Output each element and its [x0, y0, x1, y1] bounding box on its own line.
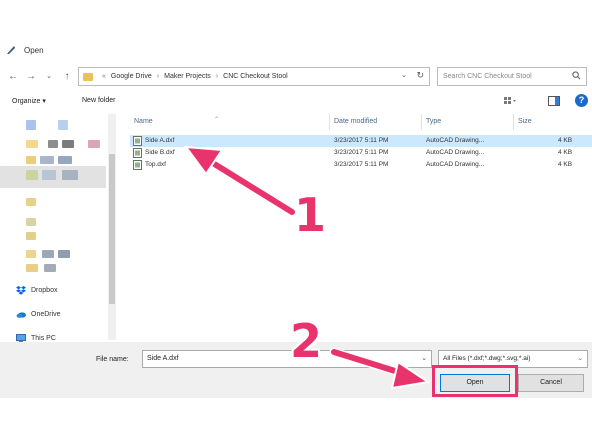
file-name-label: File name:	[96, 356, 129, 363]
file-type: AutoCAD Drawing...	[426, 161, 485, 168]
file-size: 4 KB	[558, 137, 573, 144]
sort-up-icon: ⌃	[214, 117, 220, 123]
blurred-item	[26, 120, 36, 130]
organize-button[interactable]: Organize ▾	[12, 97, 46, 105]
blurred-item	[44, 264, 56, 272]
recent-dropdown-icon[interactable]: ⌄	[42, 70, 56, 84]
dxf-file-icon	[133, 160, 142, 170]
new-folder-button[interactable]: New folder	[82, 97, 115, 104]
file-row-side-a[interactable]: Side A.dxf 3/23/2017 5:11 PM AutoCAD Dra…	[130, 135, 592, 147]
onedrive-icon	[16, 312, 26, 318]
chevron-right-icon: «	[102, 73, 106, 80]
folder-icon	[83, 72, 93, 81]
file-name: Side B.dxf	[145, 149, 175, 156]
breadcrumb-maker-projects[interactable]: Maker Projects	[164, 73, 211, 80]
blurred-item	[26, 170, 38, 180]
nav-scrollbar[interactable]	[108, 114, 116, 340]
chevron-down-icon[interactable]: ⌄	[401, 71, 407, 79]
column-header-name[interactable]: ⌃ Name	[130, 114, 330, 130]
file-date: 3/23/2017 5:11 PM	[334, 137, 389, 144]
nav-item-label: This PC	[31, 335, 56, 342]
breadcrumb-google-drive[interactable]: Google Drive	[111, 73, 152, 80]
chevron-down-icon[interactable]: ⌄	[421, 351, 427, 367]
search-box[interactable]: Search CNC Checkout Stool	[437, 67, 587, 86]
back-arrow-icon[interactable]: ←	[6, 70, 20, 84]
blurred-item	[26, 198, 36, 206]
blurred-item	[42, 250, 54, 258]
nav-item-onedrive[interactable]: OneDrive	[16, 310, 61, 319]
blurred-item	[58, 120, 68, 130]
blurred-item	[58, 250, 70, 258]
blurred-item	[26, 232, 36, 240]
search-icon	[572, 71, 581, 80]
blurred-item	[88, 140, 100, 148]
blurred-item	[48, 140, 58, 148]
file-name: Side A.dxf	[145, 137, 175, 144]
file-list: ⌃ Name Date modified Type Size Side A.dx…	[122, 114, 592, 340]
blurred-item	[26, 218, 36, 226]
nav-item-label: Dropbox	[31, 287, 58, 294]
dxf-file-icon	[133, 136, 142, 146]
file-name-input[interactable]: Side A.dxf ⌄	[142, 350, 432, 368]
navigation-pane: Dropbox OneDrive This PC	[0, 114, 118, 343]
file-date: 3/23/2017 5:11 PM	[334, 149, 389, 156]
blurred-item	[58, 156, 72, 164]
blurred-item	[40, 156, 54, 164]
dxf-file-icon	[133, 148, 142, 158]
file-row-top[interactable]: Top.dxf 3/23/2017 5:11 PM AutoCAD Drawin…	[130, 159, 592, 171]
chevron-right-icon: ›	[215, 73, 219, 80]
chevron-down-icon[interactable]: ⌄	[575, 351, 583, 367]
up-arrow-icon[interactable]: ↑	[60, 70, 74, 84]
file-row-side-b[interactable]: Side B.dxf 3/23/2017 5:11 PM AutoCAD Dra…	[130, 147, 592, 159]
blurred-item	[42, 170, 56, 180]
column-header-type[interactable]: Type	[422, 114, 514, 130]
file-type-filter-value: All Files (*.dxf;*.dwg;*.svg;*.ai)	[443, 355, 531, 362]
app-feather-icon	[7, 46, 15, 54]
file-type: AutoCAD Drawing...	[426, 149, 485, 156]
file-name: Top.dxf	[145, 161, 166, 168]
blurred-item	[26, 250, 36, 258]
window-title: Open	[24, 45, 44, 55]
breadcrumb-cnc-checkout-stool[interactable]: CNC Checkout Stool	[223, 73, 288, 80]
command-toolbar: Organize ▾ New folder ?	[0, 94, 592, 112]
file-type: AutoCAD Drawing...	[426, 137, 485, 144]
search-placeholder: Search CNC Checkout Stool	[443, 73, 532, 80]
file-size: 4 KB	[558, 161, 573, 168]
nav-item-dropbox[interactable]: Dropbox	[16, 286, 57, 295]
forward-arrow-icon[interactable]: →	[24, 70, 38, 84]
file-size: 4 KB	[558, 149, 573, 156]
column-header-size[interactable]: Size	[514, 114, 584, 130]
cancel-button[interactable]: Cancel	[518, 374, 584, 392]
scroll-thumb[interactable]	[109, 154, 115, 304]
address-bar[interactable]: « Google Drive › Maker Projects › CNC Ch…	[78, 67, 430, 86]
refresh-icon[interactable]: ↻	[416, 70, 424, 81]
column-header-date-modified[interactable]: Date modified	[330, 114, 422, 130]
preview-pane-icon[interactable]	[548, 96, 560, 106]
open-button-highlight	[432, 365, 518, 397]
blurred-item	[62, 170, 78, 180]
dropbox-icon	[16, 286, 26, 295]
step-number-1: 1	[294, 188, 327, 242]
blurred-item	[26, 264, 38, 272]
blurred-item	[26, 156, 36, 164]
blurred-item	[62, 140, 74, 148]
nav-item-label: OneDrive	[31, 311, 61, 318]
blurred-item	[26, 140, 38, 148]
step-number-2: 2	[290, 314, 323, 368]
navigation-bar: ← → ⌄ ↑ « Google Drive › Maker Projects …	[0, 66, 592, 88]
chevron-right-icon: ›	[156, 73, 160, 80]
file-date: 3/23/2017 5:11 PM	[334, 161, 389, 168]
view-options-icon[interactable]	[504, 96, 516, 106]
file-name-value: Side A.dxf	[147, 355, 179, 362]
help-icon[interactable]: ?	[575, 94, 588, 107]
title-bar: Open	[0, 38, 592, 62]
